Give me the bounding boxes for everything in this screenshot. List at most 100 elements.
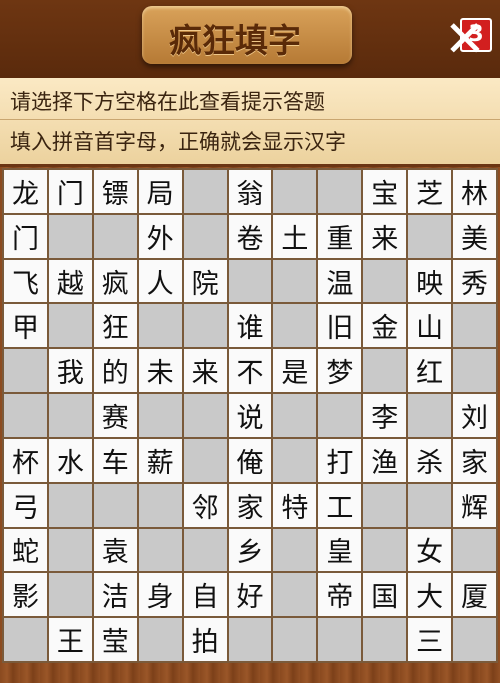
crossword-cell[interactable]: 李: [363, 394, 407, 437]
crossword-cell[interactable]: 皇: [318, 528, 362, 572]
crossword-cell[interactable]: 甲: [4, 304, 47, 348]
crossword-cell[interactable]: 未: [138, 349, 182, 393]
crossword-cell[interactable]: [453, 349, 496, 393]
crossword-cell[interactable]: [48, 394, 92, 437]
crossword-cell[interactable]: [453, 618, 496, 661]
crossword-cell[interactable]: 杯: [4, 438, 47, 482]
crossword-cell[interactable]: 梦: [318, 349, 362, 393]
crossword-cell[interactable]: 美: [453, 214, 496, 258]
crossword-cell[interactable]: 特: [273, 483, 317, 527]
crossword-cell[interactable]: 赛: [93, 394, 137, 437]
crossword-cell[interactable]: 厦: [453, 573, 496, 617]
crossword-cell[interactable]: 莹: [93, 618, 137, 661]
crossword-cell[interactable]: 车: [93, 438, 137, 482]
crossword-cell[interactable]: [138, 483, 182, 527]
crossword-cell[interactable]: [4, 394, 47, 437]
crossword-cell[interactable]: 家: [453, 438, 496, 482]
crossword-cell[interactable]: [48, 528, 92, 572]
crossword-cell[interactable]: [318, 618, 362, 661]
crossword-cell[interactable]: 家: [228, 483, 272, 527]
crossword-cell[interactable]: [273, 394, 317, 437]
crossword-cell[interactable]: 三: [408, 618, 452, 661]
crossword-cell[interactable]: 身: [138, 573, 182, 617]
crossword-cell[interactable]: [183, 170, 227, 213]
crossword-cell[interactable]: 宝: [363, 170, 407, 213]
crossword-cell[interactable]: 谁: [228, 304, 272, 348]
crossword-cell[interactable]: [318, 170, 362, 213]
crossword-cell[interactable]: 山: [408, 304, 452, 348]
crossword-cell[interactable]: 院: [183, 259, 227, 303]
crossword-cell[interactable]: 王: [48, 618, 92, 661]
crossword-cell[interactable]: 国: [363, 573, 407, 617]
crossword-cell[interactable]: [363, 483, 407, 527]
crossword-cell[interactable]: [228, 259, 272, 303]
crossword-cell[interactable]: 薪: [138, 438, 182, 482]
crossword-cell[interactable]: 是: [273, 349, 317, 393]
crossword-cell[interactable]: 女: [408, 528, 452, 572]
crossword-cell[interactable]: 杀: [408, 438, 452, 482]
crossword-cell[interactable]: [48, 483, 92, 527]
crossword-cell[interactable]: 卷: [228, 214, 272, 258]
crossword-cell[interactable]: [138, 304, 182, 348]
crossword-cell[interactable]: 大: [408, 573, 452, 617]
crossword-cell[interactable]: [228, 618, 272, 661]
crossword-cell[interactable]: [138, 394, 182, 437]
crossword-cell[interactable]: [318, 394, 362, 437]
crossword-cell[interactable]: [183, 394, 227, 437]
crossword-cell[interactable]: 帝: [318, 573, 362, 617]
crossword-cell[interactable]: 刘: [453, 394, 496, 437]
crossword-cell[interactable]: 疯: [93, 259, 137, 303]
crossword-cell[interactable]: [363, 259, 407, 303]
crossword-cell[interactable]: 门: [4, 214, 47, 258]
crossword-cell[interactable]: [4, 349, 47, 393]
crossword-cell[interactable]: [363, 618, 407, 661]
crossword-cell[interactable]: 红: [408, 349, 452, 393]
crossword-cell[interactable]: 土: [273, 214, 317, 258]
crossword-cell[interactable]: [48, 214, 92, 258]
crossword-cell[interactable]: [273, 438, 317, 482]
crossword-cell[interactable]: 好: [228, 573, 272, 617]
crossword-cell[interactable]: 门: [48, 170, 92, 213]
crossword-cell[interactable]: 不: [228, 349, 272, 393]
crossword-cell[interactable]: [363, 528, 407, 572]
crossword-cell[interactable]: 局: [138, 170, 182, 213]
crossword-cell[interactable]: [453, 528, 496, 572]
crossword-cell[interactable]: 邻: [183, 483, 227, 527]
crossword-cell[interactable]: 洁: [93, 573, 137, 617]
crossword-cell[interactable]: 水: [48, 438, 92, 482]
crossword-cell[interactable]: 乡: [228, 528, 272, 572]
crossword-cell[interactable]: [273, 259, 317, 303]
crossword-cell[interactable]: [4, 618, 47, 661]
crossword-cell[interactable]: 重: [318, 214, 362, 258]
crossword-cell[interactable]: 芝: [408, 170, 452, 213]
crossword-cell[interactable]: 打: [318, 438, 362, 482]
crossword-cell[interactable]: [138, 528, 182, 572]
crossword-cell[interactable]: 温: [318, 259, 362, 303]
crossword-cell[interactable]: 镖: [93, 170, 137, 213]
crossword-cell[interactable]: [183, 438, 227, 482]
crossword-cell[interactable]: 金: [363, 304, 407, 348]
crossword-cell[interactable]: [183, 214, 227, 258]
crossword-cell[interactable]: [408, 214, 452, 258]
crossword-cell[interactable]: [93, 483, 137, 527]
crossword-cell[interactable]: 拍: [183, 618, 227, 661]
crossword-cell[interactable]: 映: [408, 259, 452, 303]
crossword-cell[interactable]: 我: [48, 349, 92, 393]
crossword-cell[interactable]: 人: [138, 259, 182, 303]
crossword-cell[interactable]: [183, 528, 227, 572]
crossword-cell[interactable]: [273, 528, 317, 572]
crossword-cell[interactable]: 弓: [4, 483, 47, 527]
crossword-cell[interactable]: 影: [4, 573, 47, 617]
crossword-cell[interactable]: 来: [183, 349, 227, 393]
close-button[interactable]: ✕: [440, 14, 490, 64]
crossword-cell[interactable]: 飞: [4, 259, 47, 303]
crossword-cell[interactable]: [363, 349, 407, 393]
crossword-cell[interactable]: 工: [318, 483, 362, 527]
crossword-cell[interactable]: 翁: [228, 170, 272, 213]
crossword-cell[interactable]: [453, 304, 496, 348]
crossword-cell[interactable]: 林: [453, 170, 496, 213]
crossword-cell[interactable]: 外: [138, 214, 182, 258]
crossword-cell[interactable]: [273, 573, 317, 617]
crossword-cell[interactable]: 俺: [228, 438, 272, 482]
crossword-cell[interactable]: 自: [183, 573, 227, 617]
